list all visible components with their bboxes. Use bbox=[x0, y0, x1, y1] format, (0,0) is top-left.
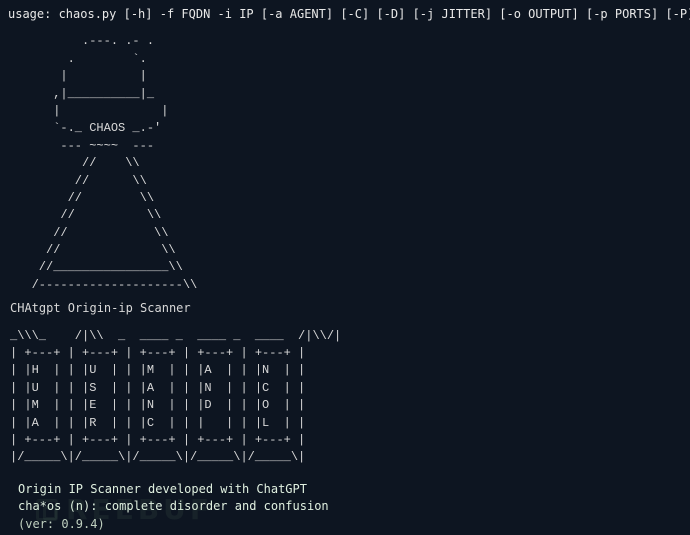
version-label: (ver: 0.9.4) bbox=[18, 517, 105, 531]
usage-line: usage: chaos.py [-h] -f FQDN -i IP [-a A… bbox=[8, 6, 682, 23]
ascii-logo: .---. .- . . `. | | ,|__________|_ | | `… bbox=[10, 33, 682, 294]
footer-line-2: cha*os (n): complete disorder and confus… bbox=[18, 499, 329, 513]
ascii-table-block: _\\\_ /|\\ _ ____ _ ____ _ ____ /|\\/| |… bbox=[10, 328, 682, 467]
footer-line-1: Origin IP Scanner developed with ChatGPT bbox=[18, 482, 307, 496]
footer-block: Origin IP Scanner developed with ChatGPT… bbox=[18, 481, 682, 533]
scanner-title: CHAtgpt Origin-ip Scanner bbox=[10, 300, 682, 317]
